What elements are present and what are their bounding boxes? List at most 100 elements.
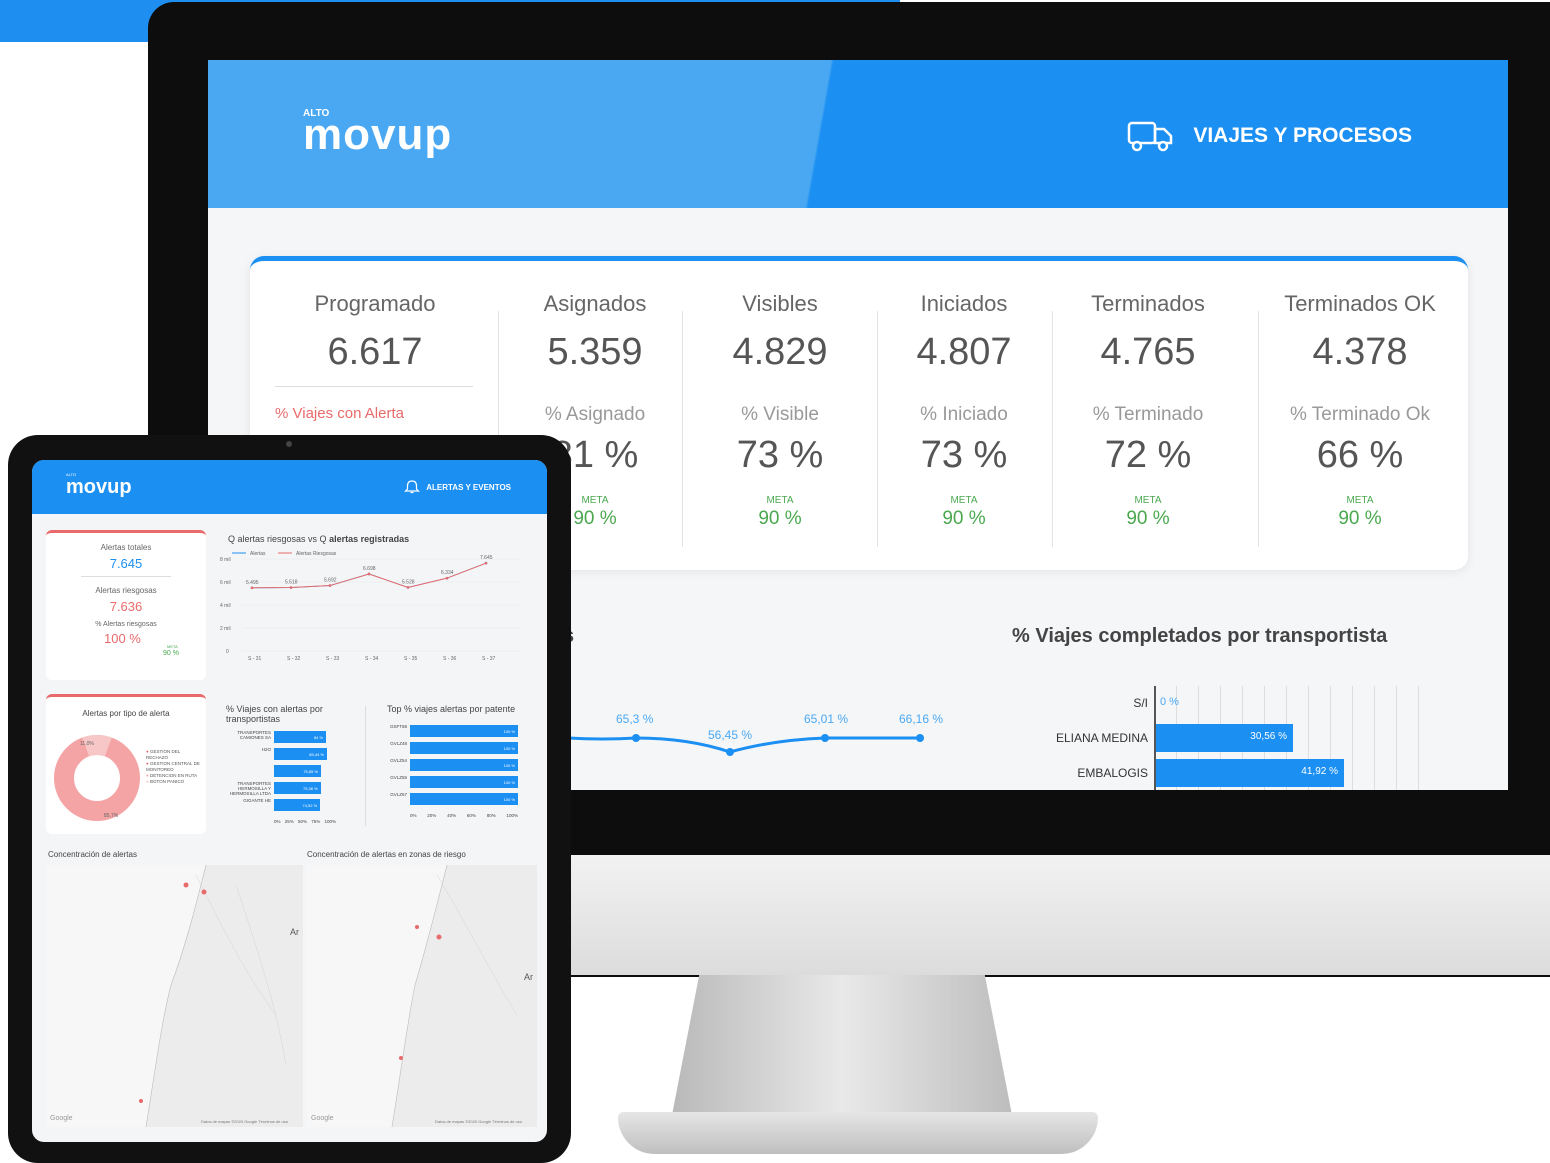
x-tick: S - 32	[287, 656, 301, 662]
kpi-meta-label: META	[1346, 495, 1374, 506]
divider	[275, 386, 473, 387]
line-point[interactable]	[328, 584, 332, 587]
alerts-map[interactable]: Ar Google Datos de mapas ©2020 Google Té…	[46, 865, 303, 1127]
line-point[interactable]	[250, 586, 254, 590]
y-tick: 8 mil	[220, 557, 231, 563]
bar-row: GVLZ48 100 %	[382, 741, 532, 756]
legend-text: BOTON PANICO	[149, 779, 185, 785]
line-point[interactable]	[726, 748, 734, 756]
bar-row: H2O 85,44 %	[226, 747, 366, 762]
pie-label: 85,7%	[104, 813, 119, 819]
alert-marker[interactable]	[201, 889, 207, 895]
bar[interactable]: 85,44 %	[274, 748, 327, 760]
map-footer[interactable]: Datos de mapas ©2020 Google Términos de …	[435, 1119, 522, 1124]
bar-row: GSFT68 100 %	[382, 724, 532, 739]
data-label: 6.334	[441, 570, 454, 576]
kpi-value: 6.617	[327, 331, 423, 373]
bar-label: GVLZ48	[390, 741, 407, 746]
bar[interactable]: 100 %	[410, 776, 518, 788]
x-tick: S - 31	[248, 656, 262, 662]
kpi-value: 4.829	[732, 331, 828, 373]
kpi-label: % Viajes con Alerta	[275, 405, 404, 422]
x-axis: 0% 20% 40% 60% 80% 100%	[410, 813, 518, 818]
y-tick: 0	[226, 649, 229, 655]
bar[interactable]: 84 %	[274, 731, 327, 743]
line-point-label: 56,45 %	[708, 728, 753, 742]
line-point[interactable]	[632, 734, 640, 742]
kpi-title: Programado	[314, 291, 436, 316]
bar[interactable]: 74,52 %	[274, 799, 321, 811]
bell-icon	[404, 480, 421, 494]
line-point-label: 65,01 %	[804, 712, 849, 726]
line-point[interactable]	[445, 576, 449, 580]
risk-zone-map[interactable]: Ar Google Datos de mapas ©2020 Google Té…	[307, 865, 537, 1127]
alert-marker[interactable]	[415, 925, 419, 929]
x-tick: 100%	[506, 813, 518, 818]
patente-bar-chart: GSFT68 100 % GVLZ48 100 % GVLZ54 100 % GVLZ55 1…	[382, 724, 532, 824]
kpi-programado: Programado 6.617 % Viajes con Alerta	[275, 291, 475, 422]
bar-label: S/I	[1133, 696, 1148, 710]
alert-marker[interactable]	[399, 1056, 403, 1060]
bar-label: GVLZ54	[390, 758, 407, 763]
alert-type-card: Alertas por tipo de alerta 11,0% 85,7% ●…	[46, 694, 206, 834]
line-point[interactable]	[406, 586, 410, 589]
x-tick: S - 36	[443, 656, 457, 662]
legend-text: DETENCION EN RUTA	[149, 773, 198, 779]
bar[interactable]: 75,85 %	[274, 765, 322, 777]
risk-value: 7.636	[109, 599, 143, 614]
alert-marker[interactable]	[436, 934, 442, 940]
line-point[interactable]	[289, 586, 293, 589]
kpi-separator	[682, 311, 683, 547]
kpi-meta-value: 90 %	[758, 508, 802, 529]
google-logo: Google	[311, 1115, 334, 1122]
brand-logo[interactable]: movup	[66, 476, 132, 499]
transportistas-bar-chart: TRANSPORTES CAMIONES SA 84 % H2O 85,44 % 75,…	[226, 730, 366, 830]
bar[interactable]: 100 %	[410, 759, 518, 771]
map-footer[interactable]: Datos de mapas ©2020 Google Términos de …	[201, 1119, 288, 1124]
kpi-percentage: 73 %	[920, 434, 1008, 476]
data-label: 7.645	[480, 555, 493, 561]
pct-value: 100 %	[104, 631, 141, 646]
tablet-header: ALTO movup ALERTAS Y EVENTOS	[32, 460, 547, 514]
legend-text: GESTION DEL RECHAZO	[146, 749, 181, 761]
bar1-title: % Viajes con alertas por transportistas	[226, 704, 323, 724]
line-point[interactable]	[367, 572, 371, 576]
kpi-title: Terminados OK	[1284, 291, 1436, 316]
alerts-line-chart: Alertas Alertas Riesgosas 8 mil 6 mil 4 …	[220, 551, 520, 662]
kpi-meta-label: META	[766, 495, 794, 506]
bar-row: TRANSPORTES CAMIONES SA 84 %	[226, 730, 366, 745]
bar[interactable]: 30,56 %	[1156, 724, 1293, 752]
y-tick: 2 mil	[220, 626, 231, 632]
section-header[interactable]: VIAJES Y PROCESOS	[1127, 120, 1412, 152]
data-label: 5.495	[246, 580, 259, 586]
x-tick: 60%	[466, 813, 476, 818]
alert-marker[interactable]	[139, 1099, 143, 1103]
bar[interactable]: 100 %	[410, 793, 518, 805]
bar[interactable]: 75,36 %	[274, 782, 321, 794]
header-title: VIAJES Y PROCESOS	[1193, 124, 1412, 147]
line-point[interactable]	[916, 734, 924, 742]
y-tick: 4 mil	[220, 603, 231, 609]
section-header[interactable]: ALERTAS Y EVENTOS	[404, 480, 511, 494]
bar[interactable]: 100 %	[410, 742, 518, 754]
section-title-right: % Viajes completados por transportista	[1012, 625, 1388, 647]
line-point[interactable]	[484, 561, 488, 565]
line-point[interactable]	[821, 734, 829, 742]
kpi-title: Visibles	[742, 291, 818, 316]
bar-row: GVLZ55 100 %	[382, 775, 532, 790]
kpi-title: Iniciados	[920, 291, 1008, 316]
kpi-percentage: 72 %	[1104, 434, 1192, 476]
pie-label: 11,0%	[80, 741, 94, 747]
bar[interactable]: 41,92 %	[1156, 759, 1344, 787]
map1-caption: Concentración de alertas	[48, 850, 137, 859]
bar[interactable]: 100 %	[410, 725, 518, 737]
legend-item: ● GESTION CENTRAL DE MONITOREO	[146, 761, 200, 773]
bar-label: GVLZ67	[390, 792, 407, 797]
bar-label: TRANSPORTES CAMIONES SA	[237, 730, 271, 740]
alert-marker[interactable]	[183, 882, 189, 888]
kpi-title: Terminados	[1091, 291, 1205, 316]
data-label: 6.698	[363, 566, 376, 572]
kpi-meta-value: 90 %	[942, 508, 986, 529]
brand-logo[interactable]: movup	[303, 110, 452, 160]
bar-row: 75,85 %	[226, 764, 366, 779]
